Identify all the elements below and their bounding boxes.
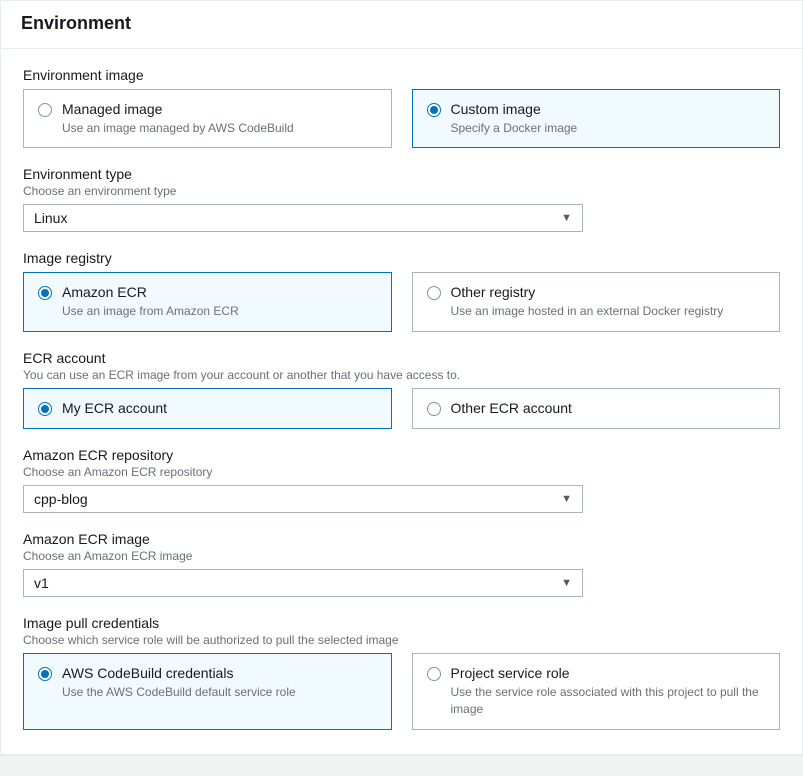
- tile-desc: Use the service role associated with thi…: [451, 684, 766, 718]
- help-ecr-repository: Choose an Amazon ECR repository: [23, 465, 780, 479]
- select-environment-type[interactable]: Linux ▼: [23, 204, 583, 232]
- panel-body: Environment image Managed image Use an i…: [1, 49, 802, 754]
- radio-icon: [38, 286, 52, 300]
- tile-desc: Use the AWS CodeBuild default service ro…: [62, 684, 296, 701]
- field-ecr-image: Amazon ECR image Choose an Amazon ECR im…: [23, 531, 780, 597]
- tile-project-service-role[interactable]: Project service role Use the service rol…: [412, 653, 781, 729]
- field-image-registry: Image registry Amazon ECR Use an image f…: [23, 250, 780, 331]
- tile-title: My ECR account: [62, 399, 167, 419]
- tile-other-registry[interactable]: Other registry Use an image hosted in an…: [412, 272, 781, 331]
- radio-icon: [38, 667, 52, 681]
- select-value: v1: [34, 575, 49, 591]
- tile-desc: Use an image from Amazon ECR: [62, 303, 239, 320]
- chevron-down-icon: ▼: [561, 212, 572, 224]
- select-value: Linux: [34, 210, 67, 226]
- radio-icon: [38, 402, 52, 416]
- environment-panel: Environment Environment image Managed im…: [0, 0, 803, 755]
- tile-title: Other ECR account: [451, 399, 572, 419]
- radio-icon: [38, 103, 52, 117]
- tile-title: Amazon ECR: [62, 283, 239, 303]
- tile-managed-image[interactable]: Managed image Use an image managed by AW…: [23, 89, 392, 148]
- help-pull-credentials: Choose which service role will be author…: [23, 633, 780, 647]
- field-pull-credentials: Image pull credentials Choose which serv…: [23, 615, 780, 729]
- field-ecr-account: ECR account You can use an ECR image fro…: [23, 350, 780, 430]
- radio-icon: [427, 286, 441, 300]
- tile-title: Managed image: [62, 100, 294, 120]
- label-ecr-account: ECR account: [23, 350, 780, 366]
- help-environment-type: Choose an environment type: [23, 184, 780, 198]
- tile-title: Other registry: [451, 283, 724, 303]
- help-ecr-account: You can use an ECR image from your accou…: [23, 368, 780, 382]
- panel-header: Environment: [1, 1, 802, 49]
- tile-title: Custom image: [451, 100, 578, 120]
- label-environment-image: Environment image: [23, 67, 780, 83]
- tile-codebuild-credentials[interactable]: AWS CodeBuild credentials Use the AWS Co…: [23, 653, 392, 729]
- tile-custom-image[interactable]: Custom image Specify a Docker image: [412, 89, 781, 148]
- label-ecr-repository: Amazon ECR repository: [23, 447, 780, 463]
- select-ecr-image[interactable]: v1 ▼: [23, 569, 583, 597]
- label-environment-type: Environment type: [23, 166, 780, 182]
- tile-desc: Use an image hosted in an external Docke…: [451, 303, 724, 320]
- page-title: Environment: [21, 13, 782, 34]
- tile-desc: Specify a Docker image: [451, 120, 578, 137]
- tile-title: Project service role: [451, 664, 766, 684]
- tile-my-ecr-account[interactable]: My ECR account: [23, 388, 392, 430]
- tile-other-ecr-account[interactable]: Other ECR account: [412, 388, 781, 430]
- chevron-down-icon: ▼: [561, 493, 572, 505]
- radio-icon: [427, 667, 441, 681]
- field-environment-image: Environment image Managed image Use an i…: [23, 67, 780, 148]
- label-ecr-image: Amazon ECR image: [23, 531, 780, 547]
- radio-icon: [427, 402, 441, 416]
- field-environment-type: Environment type Choose an environment t…: [23, 166, 780, 232]
- chevron-down-icon: ▼: [561, 577, 572, 589]
- label-image-registry: Image registry: [23, 250, 780, 266]
- tile-amazon-ecr[interactable]: Amazon ECR Use an image from Amazon ECR: [23, 272, 392, 331]
- field-ecr-repository: Amazon ECR repository Choose an Amazon E…: [23, 447, 780, 513]
- label-pull-credentials: Image pull credentials: [23, 615, 780, 631]
- select-ecr-repository[interactable]: cpp-blog ▼: [23, 485, 583, 513]
- tile-title: AWS CodeBuild credentials: [62, 664, 296, 684]
- select-value: cpp-blog: [34, 491, 88, 507]
- help-ecr-image: Choose an Amazon ECR image: [23, 549, 780, 563]
- radio-icon: [427, 103, 441, 117]
- tile-desc: Use an image managed by AWS CodeBuild: [62, 120, 294, 137]
